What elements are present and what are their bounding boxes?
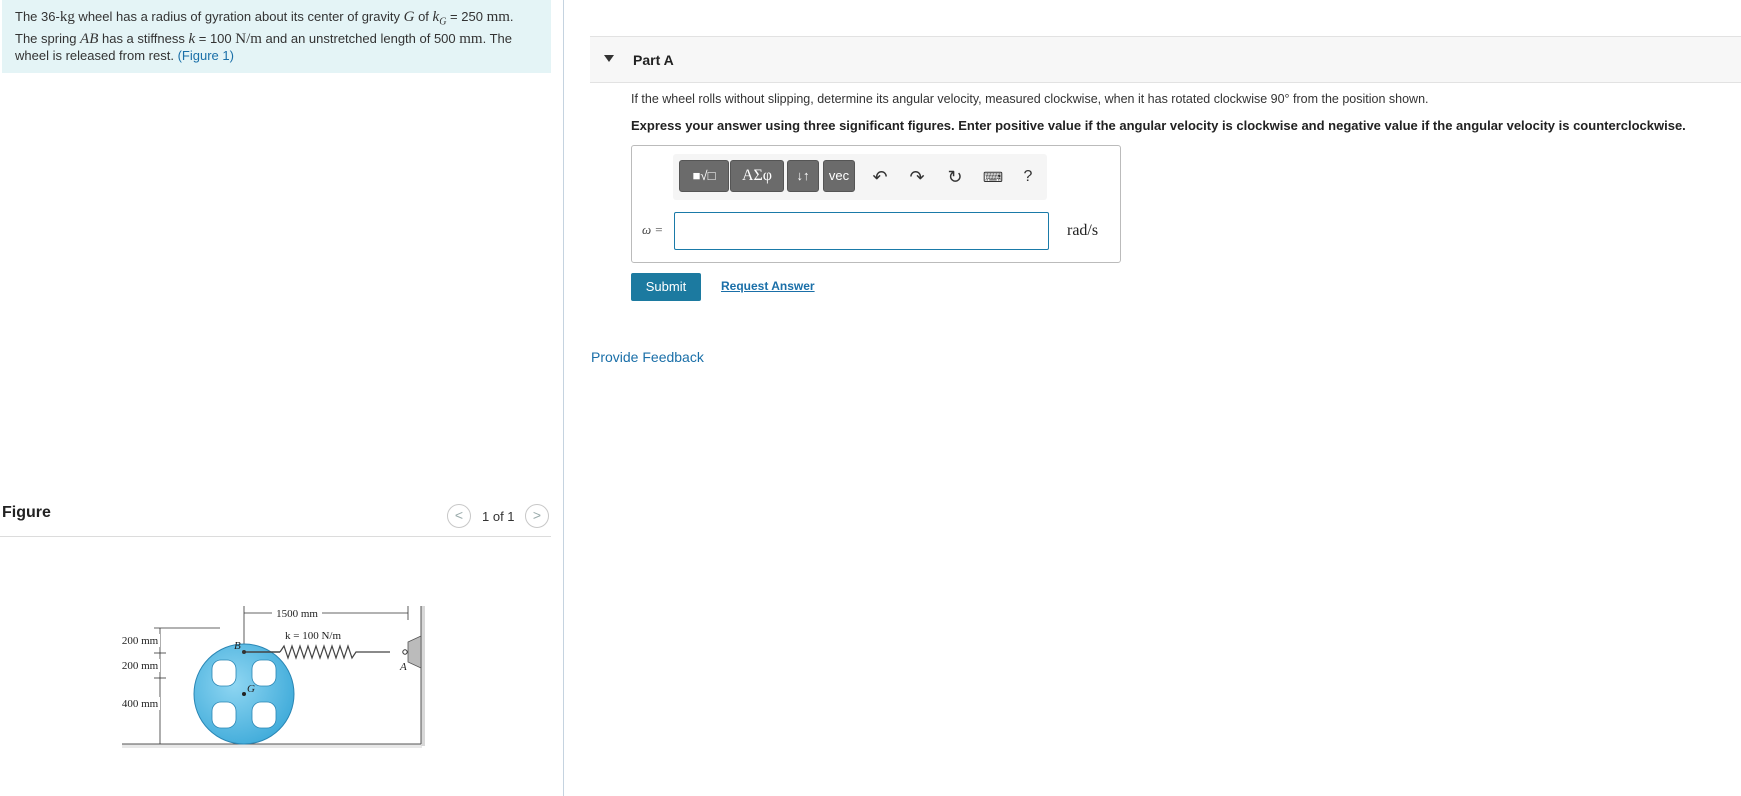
request-answer-link[interactable]: Request Answer [721, 279, 815, 293]
floor [122, 744, 422, 748]
vec-button[interactable]: vec [823, 160, 855, 192]
problem-text: = 250 [446, 9, 487, 24]
problem-statement: The 36-kg wheel has a radius of gyration… [2, 0, 551, 73]
wheel-hole-tl [211, 659, 237, 687]
undo-icon[interactable]: ↶ [867, 164, 893, 190]
math-toolbar: ■√□ ΑΣφ ↓↑ vec ↶ ↷ ↻ ⌨ ? [673, 154, 1047, 200]
pin-B [242, 650, 246, 654]
problem-text: has a stiffness [98, 31, 189, 47]
keyboard-icon[interactable]: ⌨ [980, 164, 1006, 190]
problem-text: wheel has a radius of gyration about its… [74, 9, 404, 24]
point-G-label: G [247, 683, 255, 695]
reset-icon[interactable]: ↻ [942, 164, 968, 190]
templates-button[interactable]: ■√□ [679, 160, 729, 192]
greek-symbols-button[interactable]: ΑΣφ [730, 160, 784, 192]
left-panel: The 36-kg wheel has a radius of gyration… [0, 0, 564, 796]
wall [421, 606, 425, 746]
point-B-label: B [234, 640, 241, 652]
provide-feedback-link[interactable]: Provide Feedback [591, 349, 704, 365]
problem-text: . [509, 9, 514, 24]
unit-mm: mm [459, 31, 483, 48]
help-icon[interactable]: ? [1015, 164, 1041, 190]
unit-Nm: N/m [235, 31, 262, 48]
problem-text: . The [482, 31, 512, 47]
submit-button[interactable]: Submit [631, 273, 701, 301]
wheel-hole-bl [211, 701, 237, 729]
problem-text: The 36- [15, 9, 60, 24]
dim-400-label: 400 mm [122, 698, 159, 710]
point-A-label: A [399, 661, 407, 673]
question-text: If the wheel rolls without slipping, det… [631, 92, 1429, 106]
pin-A [402, 649, 408, 655]
problem-text: of [414, 9, 433, 24]
part-title: Part A [633, 52, 674, 68]
collapse-caret-icon[interactable] [604, 55, 614, 62]
part-a-header[interactable]: Part A [590, 36, 1741, 83]
dim-200a-label: 200 mm [122, 635, 159, 647]
prev-figure-button[interactable]: < [447, 504, 471, 528]
figure-counter: 1 of 1 [482, 509, 515, 524]
unit-kg: kg [59, 9, 75, 25]
problem-text: = 100 [195, 31, 236, 47]
answer-box: ■√□ ΑΣφ ↓↑ vec ↶ ↷ ↻ ⌨ ? ω = rad/s [631, 145, 1121, 263]
answer-unit: rad/s [1067, 222, 1099, 239]
problem-text: and an unstretched length of 500 [261, 31, 460, 47]
wheel-spring-diagram: 1500 mm k = 100 N/m 200 mm 200 mm 400 mm… [120, 606, 425, 748]
unit-mm: mm [486, 9, 510, 25]
answer-label: ω = [642, 222, 664, 237]
center-G [242, 692, 246, 696]
wheel-hole-tr [251, 659, 277, 687]
dim-1500-label: 1500 mm [276, 608, 318, 620]
bracket-A [407, 635, 422, 669]
problem-text: The spring [15, 31, 81, 47]
next-figure-button[interactable]: > [525, 504, 549, 528]
var-G: G [403, 9, 415, 25]
figure-link[interactable]: (Figure 1) [178, 48, 234, 63]
problem-text: wheel is released from rest. [15, 47, 178, 63]
spring-coil [279, 644, 390, 660]
var-AB: AB [80, 31, 99, 48]
figure-header: Figure < 1 of 1 > [0, 500, 551, 537]
dim-200b-label: 200 mm [122, 660, 159, 672]
arrows-button[interactable]: ↓↑ [787, 160, 819, 192]
redo-icon[interactable]: ↷ [904, 164, 930, 190]
instructions-text: Express your answer using three signific… [631, 118, 1686, 133]
figure-title: Figure [2, 504, 51, 521]
answer-input[interactable] [674, 212, 1049, 250]
wheel-hole-br [251, 701, 277, 729]
spring-label: k = 100 N/m [285, 630, 341, 642]
